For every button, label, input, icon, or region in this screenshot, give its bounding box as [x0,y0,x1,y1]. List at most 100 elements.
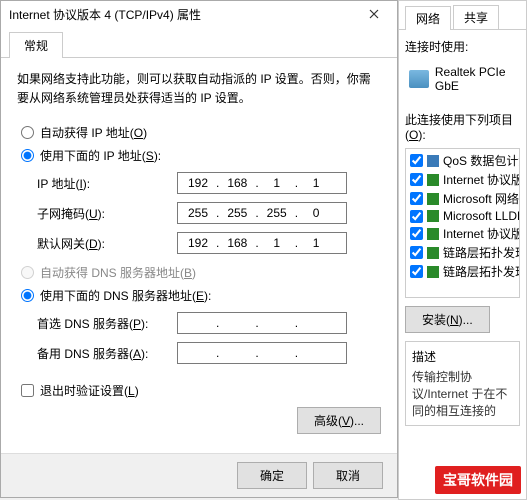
titlebar: Internet 协议版本 4 (TCP/IPv4) 属性 [1,1,397,27]
description-text: 如果网络支持此功能，则可以获取自动指派的 IP 设置。否则，你需要从网络系统管理… [17,70,381,108]
protocol-icon [427,266,439,278]
radio-ip-manual[interactable] [21,149,34,162]
dialog-tabs: 常规 [1,27,397,58]
list-item[interactable]: Internet 协议版本 [408,224,517,243]
ip-oct-1[interactable] [182,176,214,190]
list-item-label: QoS 数据包计划 [443,152,520,169]
description-title: 描述 [412,348,513,365]
gateway-label: 默认网关(D): [37,235,177,252]
list-item-label: 链路层拓扑发现 [443,263,520,280]
advanced-button[interactable]: 高级(V)... [297,407,381,434]
subnet-oct-2[interactable] [221,206,253,220]
validate-label: 退出时验证设置(L) [40,382,139,399]
parent-properties-window: 网络 共享 连接时使用: Realtek PCIe GbE 此连接使用下列项目(… [398,0,527,500]
protocol-icon [427,193,439,205]
list-item[interactable]: 链路层拓扑发现 [408,262,517,281]
close-button[interactable] [359,3,389,25]
list-item[interactable]: Internet 协议版本 [408,170,517,189]
dns-pref-oct-3[interactable] [261,316,293,330]
dns-alt-oct-3[interactable] [261,346,293,360]
dialog-buttons: 确定 取消 [1,453,397,497]
list-item-label: Internet 协议版本 [443,171,520,188]
adapter-icon [409,70,429,88]
gateway-oct-3[interactable] [261,236,293,250]
ipv4-properties-dialog: Internet 协议版本 4 (TCP/IPv4) 属性 常规 如果网络支持此… [0,0,398,498]
dns-pref-label: 首选 DNS 服务器(P): [37,315,177,332]
dns-alt-oct-1[interactable] [182,346,214,360]
description-box: 描述 传输控制协议/Internet 于在不同的相互连接的 [405,341,520,426]
list-item-checkbox[interactable] [410,246,423,259]
dns-alt-oct-2[interactable] [221,346,253,360]
subnet-input[interactable]: . . . [177,202,347,224]
validate-row[interactable]: 退出时验证设置(L) [17,382,381,399]
protocol-icon [427,174,439,186]
radio-dns-manual-row[interactable]: 使用下面的 DNS 服务器地址(E): [17,287,381,304]
adapter-name: Realtek PCIe GbE [435,65,516,93]
list-item[interactable]: 链路层拓扑发现 [408,243,517,262]
ip-address-input[interactable]: . . . [177,172,347,194]
list-item-checkbox[interactable] [410,210,423,223]
list-item[interactable]: Microsoft LLDP [408,208,517,224]
dns-alt-label: 备用 DNS 服务器(A): [37,345,177,362]
dns-pref-oct-2[interactable] [221,316,253,330]
radio-ip-manual-label: 使用下面的 IP 地址(S): [40,147,161,164]
list-item-checkbox[interactable] [410,265,423,278]
tab-share[interactable]: 共享 [453,5,499,29]
ip-oct-3[interactable] [261,176,293,190]
items-label: 此连接使用下列项目(O): [405,111,520,142]
gateway-oct-2[interactable] [221,236,253,250]
adapter-box: Realtek PCIe GbE [405,61,520,97]
ip-address-label: IP 地址(I): [37,175,177,192]
tab-general[interactable]: 常规 [9,32,63,58]
dns-pref-oct-4[interactable] [300,316,332,330]
ip-oct-4[interactable] [300,176,332,190]
list-item-label: Microsoft 网络适 [443,190,520,207]
gateway-input[interactable]: . . . [177,232,347,254]
radio-dns-auto [21,266,34,279]
validate-checkbox[interactable] [21,384,34,397]
close-icon [369,9,379,19]
dns-alt-oct-4[interactable] [300,346,332,360]
list-item-checkbox[interactable] [410,154,423,167]
protocol-icon [427,247,439,259]
list-item-label: Internet 协议版本 [443,225,520,242]
connect-using-label: 连接时使用: [405,38,520,55]
list-item[interactable]: QoS 数据包计划 [408,151,517,170]
subnet-label: 子网掩码(U): [37,205,177,222]
list-item-checkbox[interactable] [410,192,423,205]
list-item-checkbox[interactable] [410,227,423,240]
list-item[interactable]: Microsoft 网络适 [408,189,517,208]
radio-ip-auto[interactable] [21,126,34,139]
protocol-icon [427,210,439,222]
radio-ip-auto-label: 自动获得 IP 地址(O) [40,124,147,141]
radio-dns-manual-label: 使用下面的 DNS 服务器地址(E): [40,287,211,304]
dialog-title: Internet 协议版本 4 (TCP/IPv4) 属性 [9,6,201,23]
radio-ip-auto-row[interactable]: 自动获得 IP 地址(O) [17,124,381,141]
tab-network[interactable]: 网络 [405,6,451,30]
network-items-list[interactable]: QoS 数据包计划 Internet 协议版本 Microsoft 网络适 Micro… [405,148,520,298]
ip-oct-2[interactable] [221,176,253,190]
list-item-checkbox[interactable] [410,173,423,186]
install-button[interactable]: 安装(N)... [405,306,490,333]
subnet-oct-4[interactable] [300,206,332,220]
protocol-icon [427,155,439,167]
gateway-oct-4[interactable] [300,236,332,250]
list-item-label: Microsoft LLDP [443,209,520,223]
dns-alt-input[interactable]: . . . [177,342,347,364]
radio-dns-manual[interactable] [21,289,34,302]
radio-dns-auto-label: 自动获得 DNS 服务器地址(B) [40,264,196,281]
parent-tabs: 网络 共享 [399,1,526,30]
dns-pref-oct-1[interactable] [182,316,214,330]
radio-ip-manual-row[interactable]: 使用下面的 IP 地址(S): [17,147,381,164]
description-text: 传输控制协议/Internet 于在不同的相互连接的 [412,369,513,419]
dns-pref-input[interactable]: . . . [177,312,347,334]
protocol-icon [427,228,439,240]
list-item-label: 链路层拓扑发现 [443,244,520,261]
cancel-button[interactable]: 取消 [313,462,383,489]
ok-button[interactable]: 确定 [237,462,307,489]
gateway-oct-1[interactable] [182,236,214,250]
radio-dns-auto-row: 自动获得 DNS 服务器地址(B) [17,264,381,281]
subnet-oct-1[interactable] [182,206,214,220]
subnet-oct-3[interactable] [261,206,293,220]
watermark: 宝哥软件园 [433,464,523,496]
